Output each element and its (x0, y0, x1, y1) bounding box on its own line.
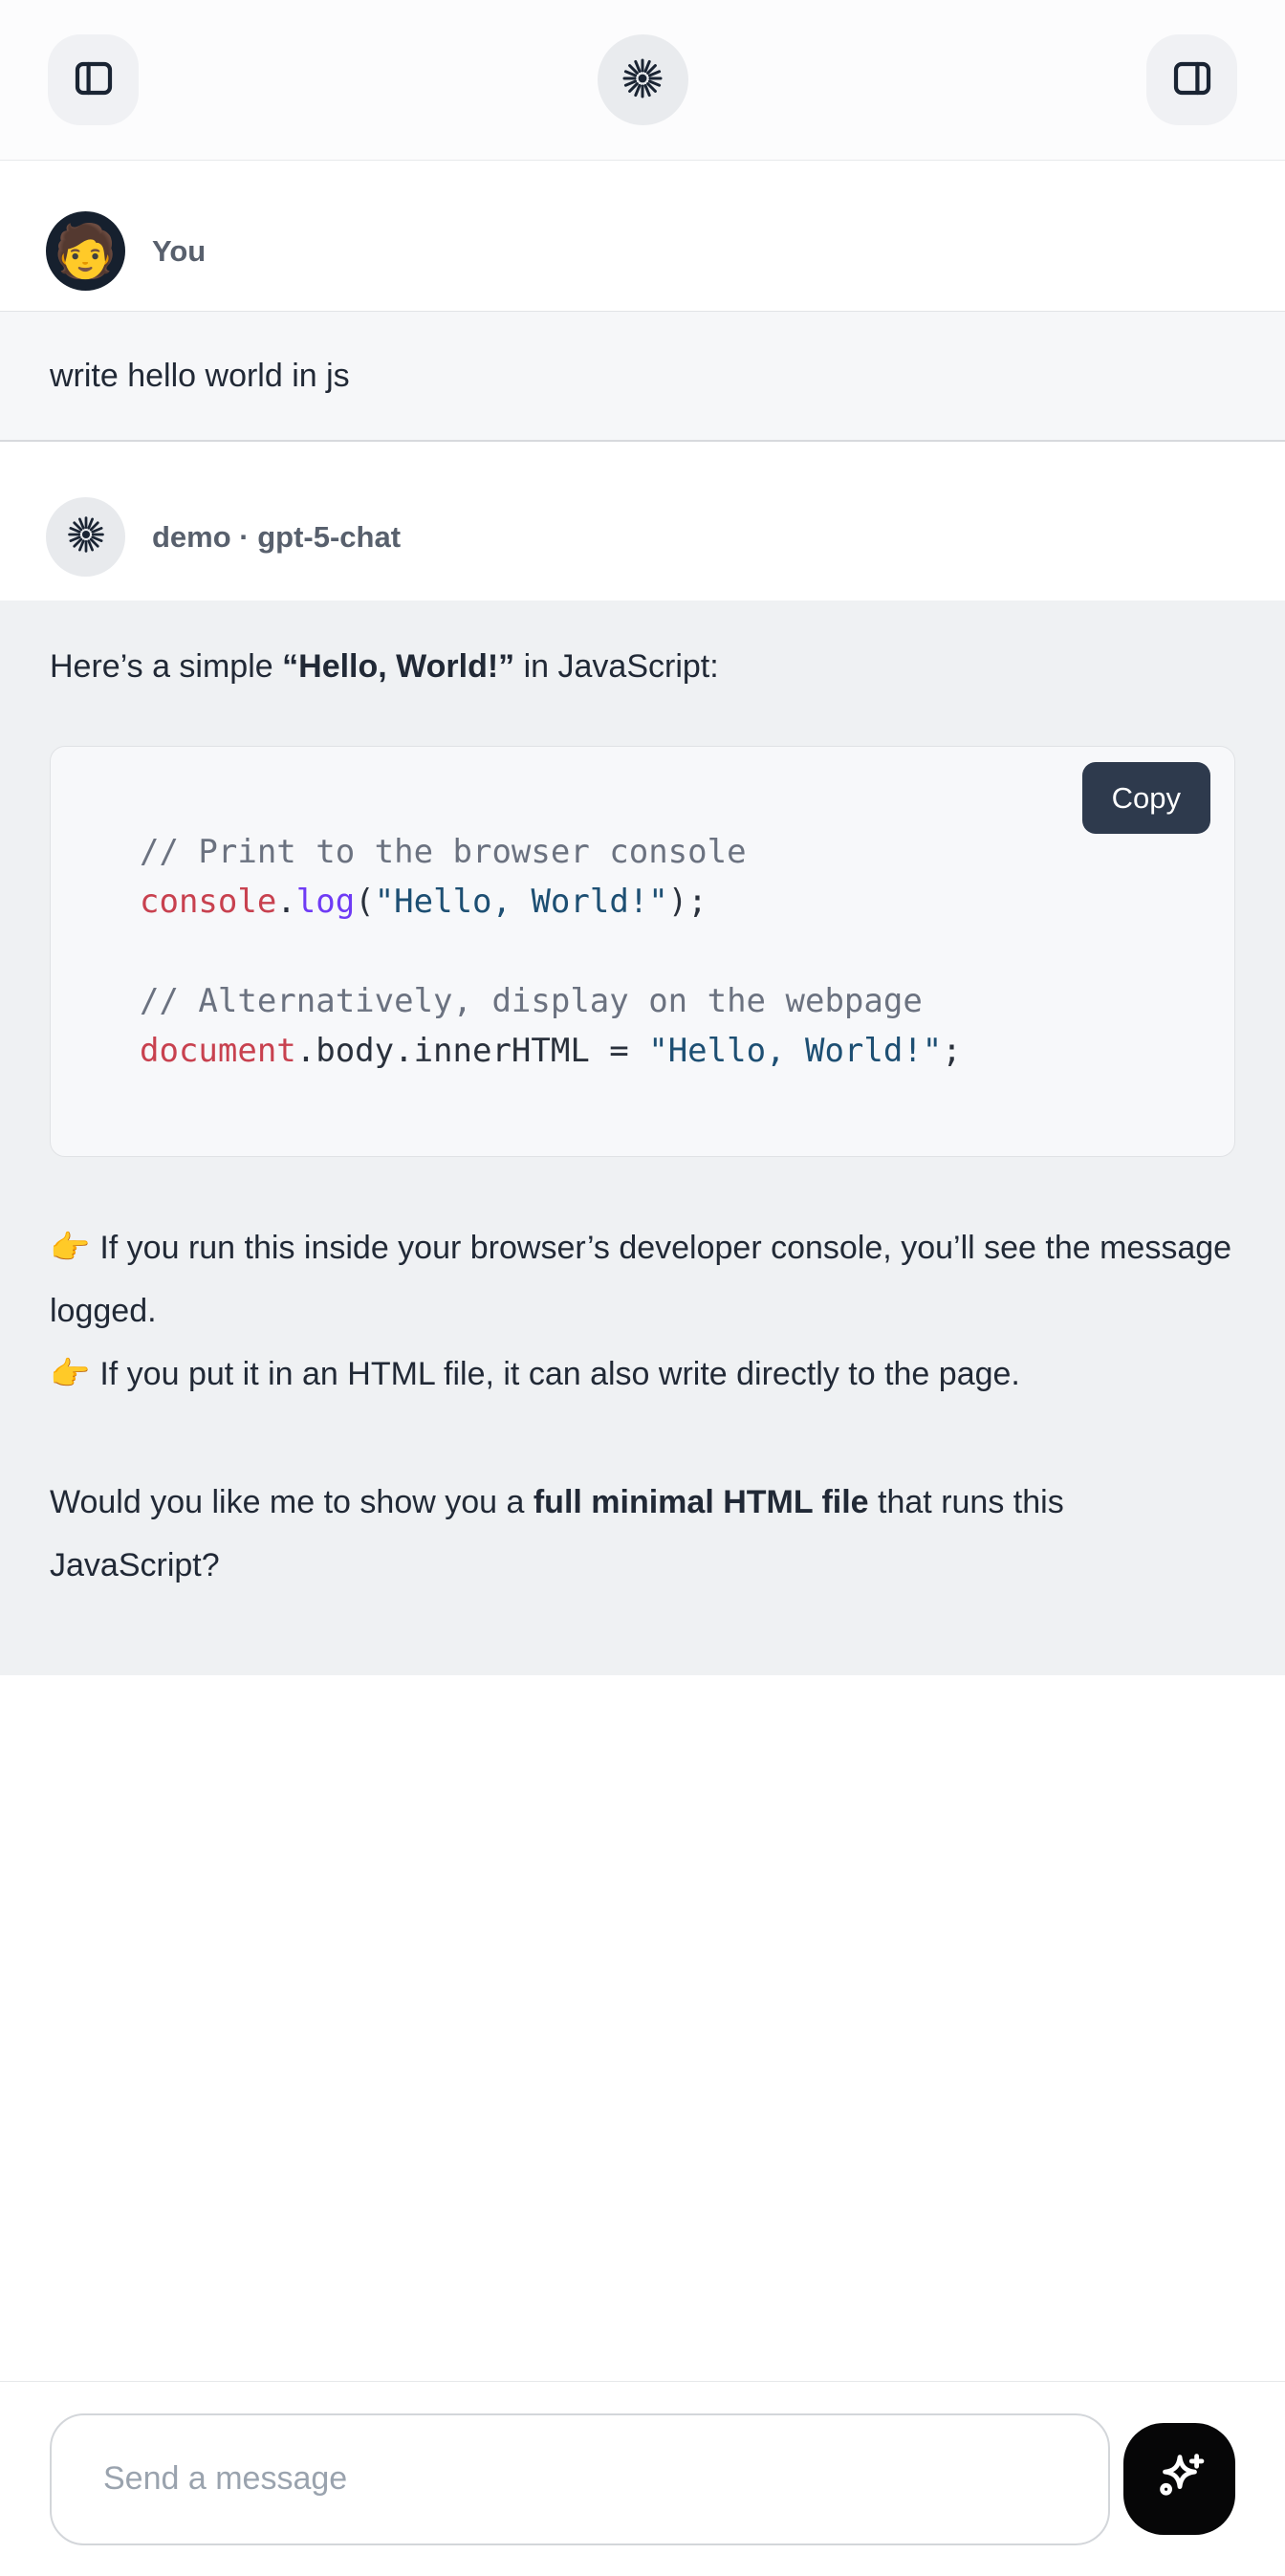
assistant-outro-text: Would you like me to show you a full min… (50, 1471, 1235, 1597)
assistant-author-label: demo · gpt-5-chat (152, 520, 401, 555)
composer-bar (0, 2381, 1285, 2576)
user-message-text: write hello world in js (50, 358, 350, 395)
pointing-right-emoji: 👉 (50, 1230, 90, 1266)
user-message-bubble: write hello world in js (0, 311, 1285, 442)
code-block: Copy // Print to the browser consolecons… (50, 746, 1235, 1157)
user-author-label: You (152, 234, 206, 269)
starburst-icon (65, 513, 107, 560)
panel-right-icon (1169, 55, 1215, 104)
tip-line: 👉If you put it in an HTML file, it can a… (50, 1343, 1235, 1406)
code-content: // Print to the browser consoleconsole.l… (140, 827, 1196, 1076)
assistant-message-header: demo · gpt-5-chat (0, 497, 1285, 577)
assistant-avatar (46, 497, 125, 577)
starburst-icon (620, 55, 665, 104)
person-emoji: 🧑 (54, 226, 118, 277)
pointing-right-emoji: 👉 (50, 1356, 90, 1392)
top-bar (0, 0, 1285, 161)
tip-line: 👉If you run this inside your browser’s d… (50, 1216, 1235, 1343)
copy-code-button[interactable]: Copy (1082, 762, 1210, 834)
user-message-header: 🧑 You (0, 211, 1285, 291)
send-button[interactable] (1123, 2423, 1235, 2535)
assistant-intro-text: Here’s a simple “Hello, World!” in JavaS… (50, 644, 1235, 688)
app-logo-button[interactable] (598, 34, 688, 125)
assistant-message-body: Here’s a simple “Hello, World!” in JavaS… (0, 600, 1285, 1675)
tip-text: If you put it in an HTML file, it can al… (99, 1356, 1020, 1392)
panel-left-icon (71, 55, 117, 104)
assistant-tips: 👉If you run this inside your browser’s d… (50, 1216, 1235, 1406)
sidebar-toggle-button[interactable] (48, 34, 139, 125)
right-panel-toggle-button[interactable] (1146, 34, 1237, 125)
tip-text: If you run this inside your browser’s de… (50, 1230, 1231, 1329)
user-avatar: 🧑 (46, 211, 125, 291)
sparkle-plus-icon (1149, 2447, 1210, 2511)
message-input[interactable] (50, 2413, 1110, 2545)
